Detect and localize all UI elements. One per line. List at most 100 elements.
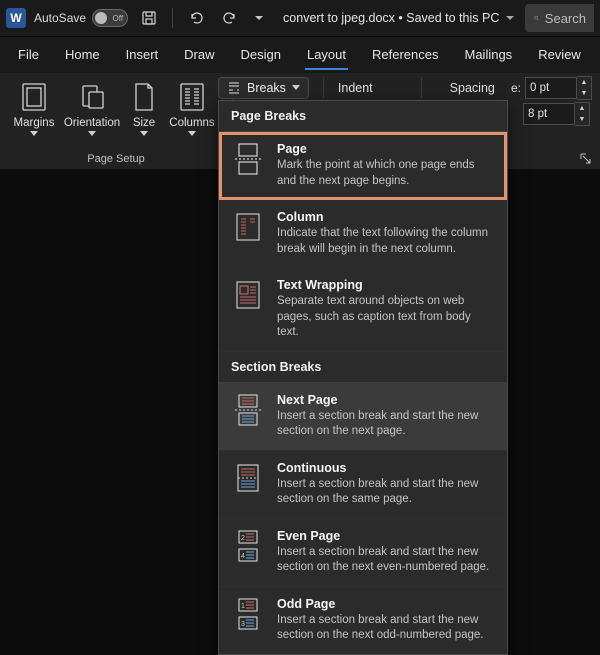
chevron-down-icon bbox=[140, 131, 148, 137]
title-bar: W AutoSave Off convert to jpeg.docx • Sa… bbox=[0, 0, 600, 37]
menu-item-continuous[interactable]: Continuous Insert a section break and st… bbox=[219, 451, 507, 519]
menu-item-title: Continuous bbox=[277, 461, 495, 475]
text-wrapping-icon bbox=[231, 278, 265, 312]
odd-page-break-icon: 1 3 bbox=[231, 597, 265, 631]
autosave-state: Off bbox=[113, 14, 124, 23]
menu-item-page[interactable]: Page Mark the point at which one page en… bbox=[219, 132, 507, 200]
columns-icon bbox=[174, 79, 210, 115]
margins-label: Margins bbox=[14, 117, 55, 129]
breaks-icon bbox=[227, 81, 241, 95]
menu-item-title: Text Wrapping bbox=[277, 278, 495, 292]
ribbon-separator bbox=[421, 78, 422, 98]
save-icon[interactable] bbox=[136, 5, 162, 31]
search-box[interactable]: Search bbox=[525, 4, 594, 32]
spacing-after[interactable]: 8 pt ▲▼ bbox=[523, 103, 592, 125]
orientation-icon bbox=[74, 79, 110, 115]
tab-insert[interactable]: Insert bbox=[114, 41, 171, 68]
tab-home[interactable]: Home bbox=[53, 41, 112, 68]
dialog-launcher-icon[interactable] bbox=[578, 151, 592, 165]
chevron-down-icon bbox=[88, 131, 96, 137]
tab-file[interactable]: File bbox=[6, 41, 51, 68]
chevron-down-icon bbox=[188, 131, 196, 137]
size-icon bbox=[126, 79, 162, 115]
tab-references[interactable]: References bbox=[360, 41, 450, 68]
tab-view[interactable]: View bbox=[595, 41, 600, 68]
menu-item-desc: Separate text around objects on web page… bbox=[277, 294, 495, 341]
redo-icon[interactable] bbox=[217, 5, 243, 31]
tab-review[interactable]: Review bbox=[526, 41, 593, 68]
document-title-text: convert to jpeg.docx • Saved to this PC bbox=[283, 11, 499, 25]
autosave[interactable]: AutoSave Off bbox=[34, 9, 128, 27]
chevron-down-icon[interactable]: ▼ bbox=[575, 114, 589, 125]
columns-label: Columns bbox=[169, 117, 214, 129]
page-break-icon bbox=[231, 142, 265, 176]
margins-icon bbox=[16, 79, 52, 115]
spinner-arrows[interactable]: ▲▼ bbox=[577, 76, 592, 100]
word-app-icon: W bbox=[6, 8, 26, 28]
search-placeholder: Search bbox=[545, 11, 586, 26]
menu-item-desc: Insert a section break and start the new… bbox=[277, 477, 495, 508]
menu-item-even-page[interactable]: 2 4 Even Page Insert a section break and… bbox=[219, 519, 507, 587]
spacing-after-value[interactable]: 8 pt bbox=[523, 103, 575, 125]
menu-item-desc: Insert a section break and start the new… bbox=[277, 613, 495, 644]
spacing-label: Spacing bbox=[450, 81, 495, 95]
menu-item-desc: Insert a section break and start the new… bbox=[277, 409, 495, 440]
menu-item-desc: Indicate that the text following the col… bbox=[277, 226, 495, 257]
search-icon bbox=[534, 11, 539, 25]
next-page-break-icon bbox=[231, 393, 265, 427]
menu-header-page-breaks: Page Breaks bbox=[219, 101, 507, 132]
autosave-toggle[interactable]: Off bbox=[92, 9, 128, 27]
svg-text:2: 2 bbox=[241, 535, 245, 542]
tab-draw[interactable]: Draw bbox=[172, 41, 226, 68]
menu-item-column[interactable]: Column Indicate that the text following … bbox=[219, 200, 507, 268]
tab-design[interactable]: Design bbox=[229, 41, 293, 68]
ribbon-tabs: File Home Insert Draw Design Layout Refe… bbox=[0, 37, 600, 73]
chevron-down-icon bbox=[505, 13, 515, 23]
orientation-label: Orientation bbox=[64, 117, 120, 129]
menu-item-title: Column bbox=[277, 210, 495, 224]
chevron-up-icon[interactable]: ▲ bbox=[575, 103, 589, 114]
continuous-break-icon bbox=[231, 461, 265, 495]
menu-item-desc: Insert a section break and start the new… bbox=[277, 545, 495, 576]
columns-button[interactable]: Columns bbox=[166, 77, 218, 137]
svg-text:3: 3 bbox=[241, 621, 245, 628]
chevron-down-icon[interactable]: ▼ bbox=[577, 88, 591, 99]
menu-item-odd-page[interactable]: 1 3 Odd Page Insert a section break and … bbox=[219, 587, 507, 654]
menu-item-title: Odd Page bbox=[277, 597, 495, 611]
spacing-before-value[interactable]: 0 pt bbox=[525, 77, 577, 99]
size-label: Size bbox=[133, 117, 155, 129]
size-button[interactable]: Size bbox=[124, 77, 164, 137]
breaks-button[interactable]: Breaks bbox=[218, 77, 309, 99]
chevron-down-icon bbox=[30, 131, 38, 137]
qa-chevron-down-icon[interactable] bbox=[251, 5, 267, 31]
column-break-icon bbox=[231, 210, 265, 244]
menu-item-text-wrapping[interactable]: Text Wrapping Separate text around objec… bbox=[219, 268, 507, 352]
chevron-up-icon[interactable]: ▲ bbox=[577, 77, 591, 88]
toggle-knob bbox=[95, 12, 107, 24]
orientation-button[interactable]: Orientation bbox=[62, 77, 122, 137]
qa-separator bbox=[172, 8, 173, 28]
menu-header-section-breaks: Section Breaks bbox=[219, 352, 507, 383]
menu-item-next-page[interactable]: Next Page Insert a section break and sta… bbox=[219, 383, 507, 451]
document-title[interactable]: convert to jpeg.docx • Saved to this PC bbox=[283, 11, 515, 25]
spinner-arrows[interactable]: ▲▼ bbox=[575, 102, 590, 126]
undo-icon[interactable] bbox=[183, 5, 209, 31]
tab-mailings[interactable]: Mailings bbox=[453, 41, 525, 68]
svg-text:4: 4 bbox=[241, 553, 245, 560]
ribbon-separator bbox=[323, 78, 324, 98]
group-label-page-setup: Page Setup bbox=[8, 153, 224, 167]
even-page-break-icon: 2 4 bbox=[231, 529, 265, 563]
group-page-setup: Margins Orientation Size bbox=[0, 73, 232, 169]
breaks-menu: Page Breaks Page Mark the point at which… bbox=[218, 100, 508, 655]
autosave-label: AutoSave bbox=[34, 11, 86, 25]
spacing-before[interactable]: e: 0 pt ▲▼ bbox=[511, 77, 592, 99]
menu-item-title: Page bbox=[277, 142, 495, 156]
spacing-spinners: e: 0 pt ▲▼ 8 pt ▲▼ bbox=[511, 77, 592, 125]
tab-layout[interactable]: Layout bbox=[295, 41, 358, 68]
margins-button[interactable]: Margins bbox=[8, 77, 60, 137]
chevron-down-icon bbox=[292, 85, 300, 91]
menu-item-title: Next Page bbox=[277, 393, 495, 407]
menu-item-desc: Mark the point at which one page ends an… bbox=[277, 158, 495, 189]
breaks-label: Breaks bbox=[247, 81, 286, 95]
menu-item-title: Even Page bbox=[277, 529, 495, 543]
